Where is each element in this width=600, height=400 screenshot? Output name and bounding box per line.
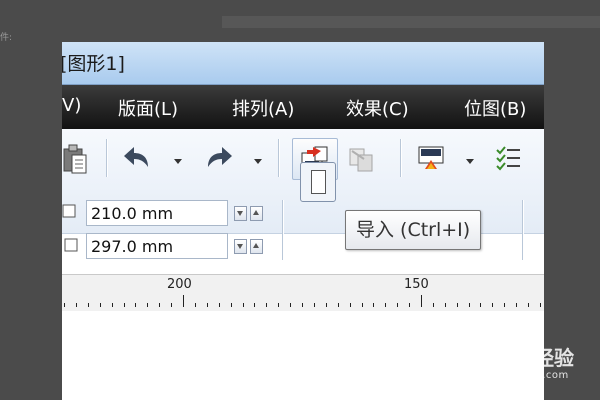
title-bar: [图形1] [62, 42, 544, 85]
redo-icon [208, 147, 232, 167]
page-width-spin-up[interactable] [250, 206, 263, 221]
ruler-tick [302, 303, 303, 307]
horizontal-ruler: 200 150 [62, 274, 544, 312]
page-height-field[interactable]: 297.0 mm [86, 233, 228, 259]
undo-dropdown-icon[interactable] [174, 159, 182, 164]
ruler-tick [397, 303, 398, 307]
ruler-tick [207, 303, 208, 307]
ruler-tick [445, 303, 446, 307]
toolbar-separator [282, 200, 284, 260]
menu-effects[interactable]: 效果(C) [346, 95, 409, 121]
ruler-tick [540, 303, 541, 307]
ruler-tick [504, 303, 505, 307]
ruler-tick [338, 303, 339, 307]
portrait-page-icon [311, 170, 326, 194]
page-width-value: 210.0 mm [91, 204, 174, 223]
ruler-tick [350, 303, 351, 307]
redo-button[interactable] [200, 141, 236, 175]
ruler-tick [362, 303, 363, 307]
ruler-tick [135, 303, 136, 307]
ruler-tick [159, 303, 160, 307]
ruler-tick [243, 303, 244, 307]
ruler-tick [433, 303, 434, 307]
ruler-tick [326, 303, 327, 307]
menu-bitmap[interactable]: 位图(B) [464, 95, 526, 121]
ruler-tick [64, 303, 65, 307]
ruler-tick [492, 303, 493, 307]
ruler-tick [112, 303, 113, 307]
page-height-icon [64, 238, 78, 252]
page-height-spin-up[interactable] [250, 239, 263, 254]
baidu-jingyan-watermark: Bai 经验 jingyan.baidu.com [462, 336, 598, 386]
menu-arrange[interactable]: 排列(A) [232, 95, 294, 121]
undo-button[interactable] [120, 141, 156, 175]
ruler-tick [290, 303, 291, 307]
watermark-url: jingyan.baidu.com [468, 370, 569, 381]
paste-button[interactable] [62, 141, 88, 175]
ruler-tick [76, 303, 77, 307]
ruler-tick [457, 303, 458, 307]
paste-icon [63, 144, 87, 174]
ruler-tick [266, 303, 267, 307]
ruler-tick [480, 303, 481, 307]
ruler-tick [219, 303, 220, 307]
ruler-tick [409, 303, 410, 307]
menu-view[interactable]: V) [62, 95, 81, 116]
options-checklist-icon [496, 146, 520, 171]
page-width-spin-down[interactable] [234, 206, 247, 221]
ruler-tick [385, 303, 386, 307]
background-label: 件: [0, 33, 13, 43]
export-icon [349, 148, 373, 172]
page-width-icon [62, 204, 76, 218]
ruler-tick [254, 303, 255, 307]
ruler-label-200: 200 [167, 277, 192, 292]
import-tooltip: 导入 (Ctrl+I) [345, 210, 482, 250]
ruler-tick [469, 303, 470, 307]
toolbar-separator [522, 200, 524, 260]
toolbar-separator [400, 139, 402, 177]
ruler-tick [373, 303, 374, 307]
ruler-tick [147, 303, 148, 307]
page-height-value: 297.0 mm [91, 237, 174, 256]
ruler-tick [278, 303, 279, 307]
application-launcher-dropdown-icon[interactable] [466, 159, 474, 164]
ruler-tick [88, 303, 89, 307]
undo-icon [124, 147, 148, 167]
watermark-text: 经验 [534, 346, 574, 370]
options-button[interactable] [492, 141, 526, 175]
menu-bar: V) 版面(L) 排列(A) 效果(C) 位图(B) [62, 85, 544, 129]
menu-layout[interactable]: 版面(L) [118, 95, 178, 121]
ruler-tick [100, 303, 101, 307]
page-height-spin-down[interactable] [234, 239, 247, 254]
ruler-tick [124, 303, 125, 307]
ruler-tick [314, 303, 315, 307]
ruler-tick [195, 303, 196, 307]
window-title: [图形1] [62, 53, 125, 75]
ruler-tick [183, 295, 184, 307]
baidu-paw-icon [502, 337, 524, 360]
ruler-tick [528, 303, 529, 307]
application-launcher-icon [418, 146, 444, 169]
export-button[interactable] [342, 141, 380, 175]
toolbar-separator [106, 139, 108, 177]
toolbar-separator [278, 139, 280, 177]
application-launcher-button[interactable] [414, 141, 448, 175]
watermark-brand: Bai [462, 342, 502, 367]
portrait-orientation-button[interactable] [300, 162, 336, 202]
ruler-tick [231, 303, 232, 307]
ruler-tick [171, 303, 172, 307]
page-width-field[interactable]: 210.0 mm [86, 200, 228, 226]
ruler-tick [421, 295, 422, 307]
ruler-tick [516, 303, 517, 307]
ruler-label-150: 150 [404, 277, 429, 292]
background-window-edge [222, 16, 600, 28]
redo-dropdown-icon[interactable] [254, 159, 262, 164]
